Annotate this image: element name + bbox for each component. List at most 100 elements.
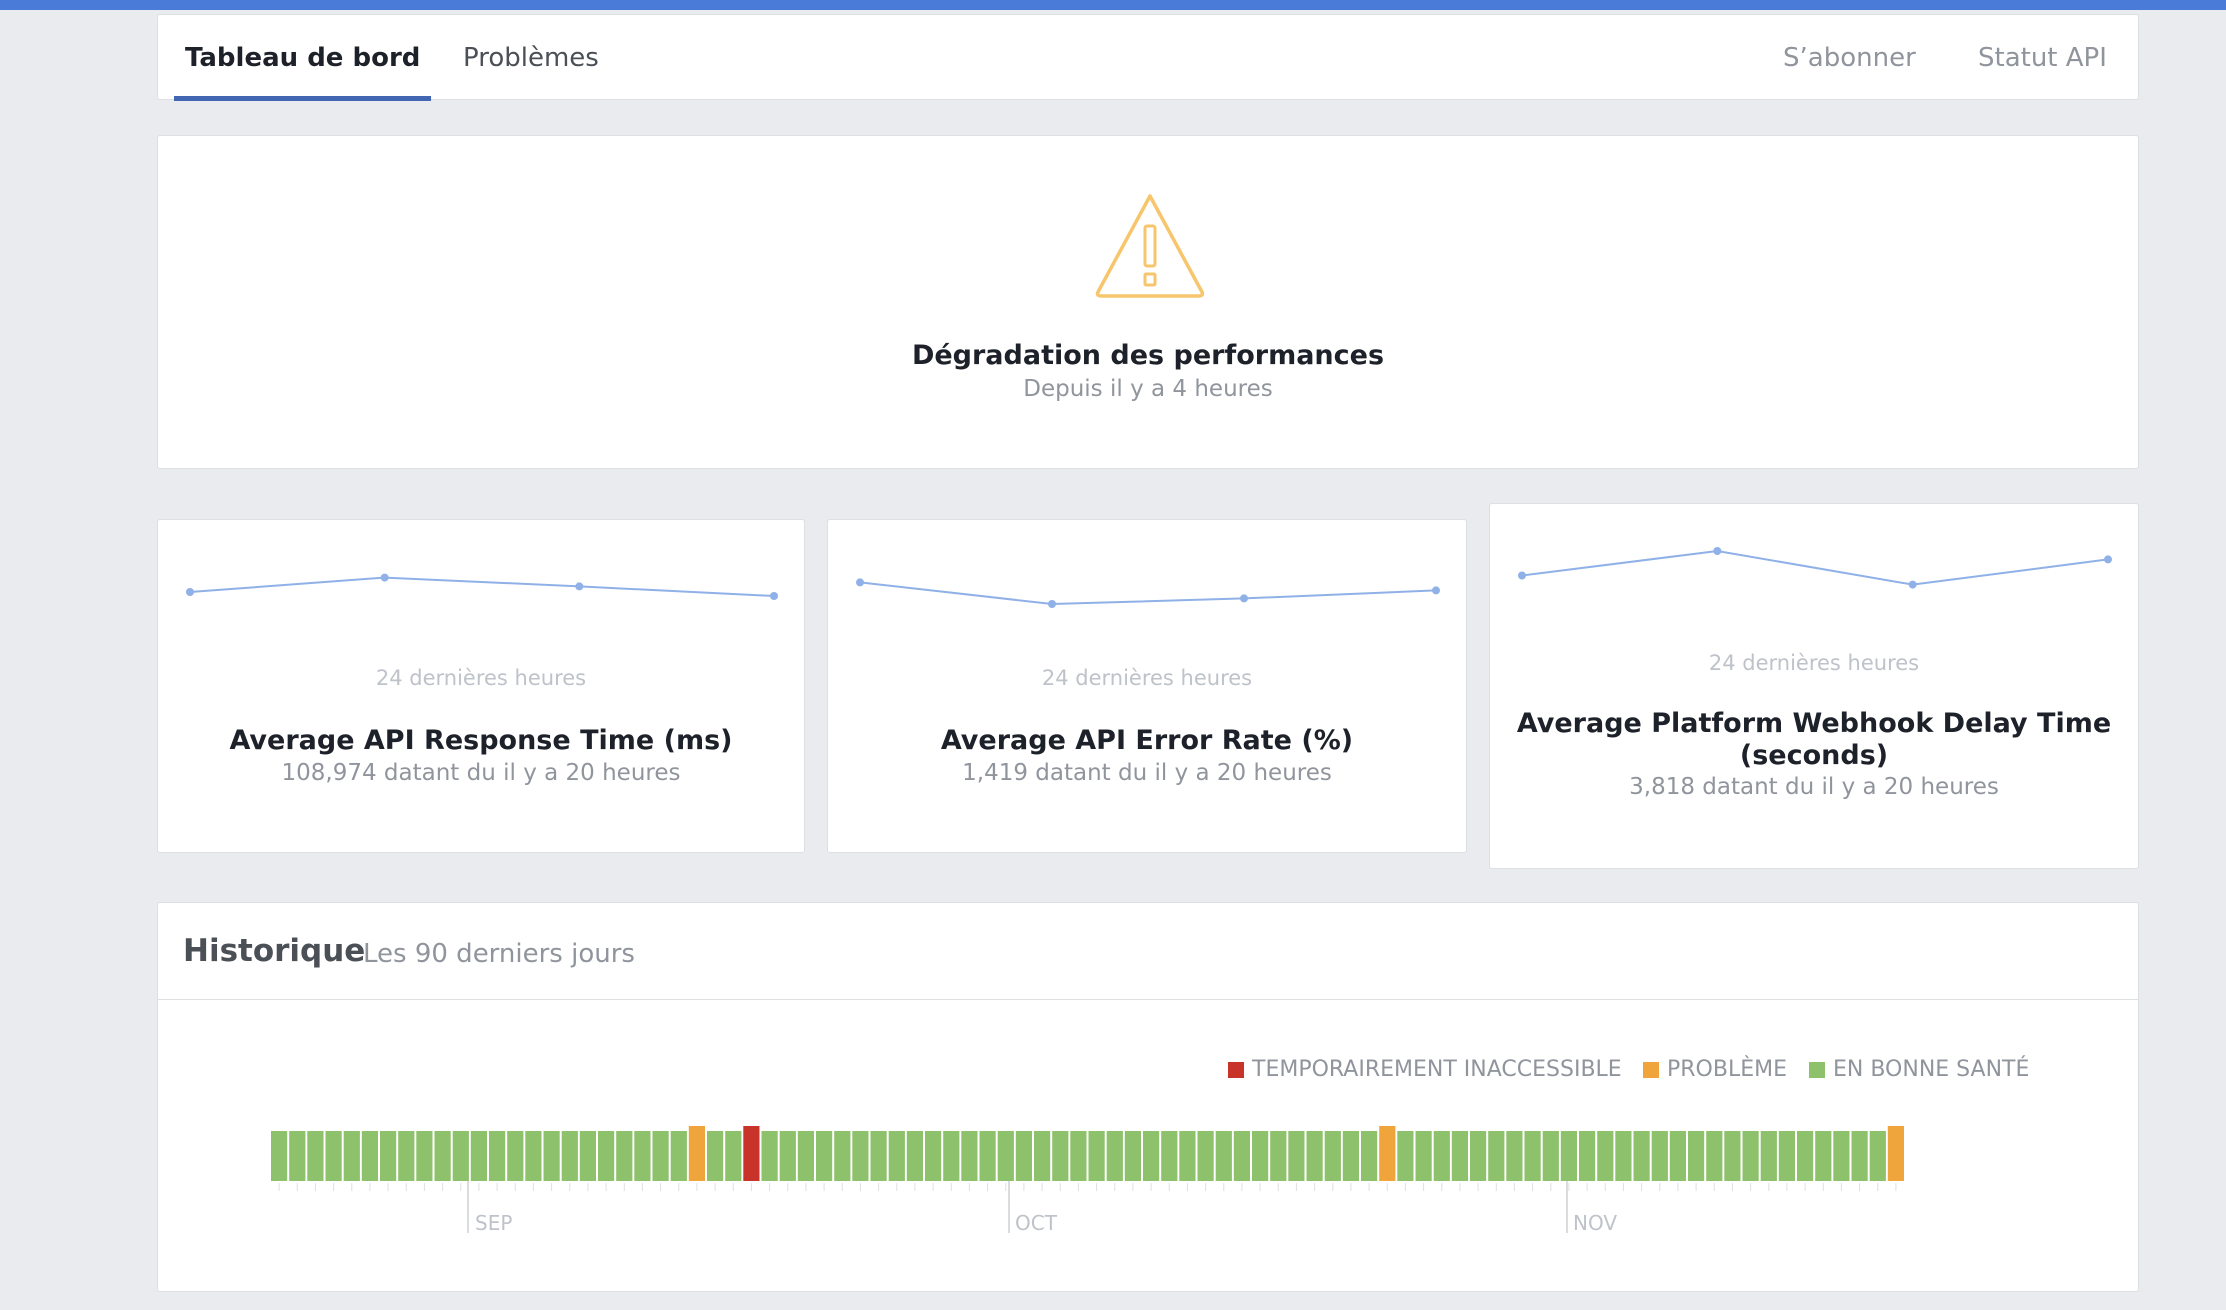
history-day-bar[interactable] <box>1615 1131 1632 1181</box>
history-day-bar[interactable] <box>1651 1131 1668 1181</box>
history-day-bar[interactable] <box>1197 1131 1214 1181</box>
history-day-bar[interactable] <box>816 1131 833 1181</box>
history-day-bar[interactable] <box>1179 1131 1196 1181</box>
history-day-bar[interactable] <box>652 1131 669 1181</box>
history-day-bar[interactable] <box>1306 1131 1323 1181</box>
history-day-bar[interactable] <box>1524 1131 1541 1181</box>
history-day-bar[interactable] <box>1015 1131 1032 1181</box>
history-day-bar[interactable] <box>271 1131 288 1181</box>
history-day-bar[interactable] <box>707 1131 724 1181</box>
history-day-bar[interactable] <box>1560 1131 1577 1181</box>
history-day-bar[interactable] <box>1542 1131 1559 1181</box>
history-day-bar[interactable] <box>1742 1131 1759 1181</box>
history-day-bar[interactable] <box>289 1131 306 1181</box>
history-day-bar[interactable] <box>1887 1126 1904 1181</box>
history-day-bar[interactable] <box>1797 1131 1814 1181</box>
history-day-bar[interactable] <box>979 1131 996 1181</box>
history-day-bar[interactable] <box>380 1131 397 1181</box>
history-day-bar[interactable] <box>489 1131 506 1181</box>
history-day-bar[interactable] <box>1451 1131 1468 1181</box>
history-day-bar[interactable] <box>1669 1131 1686 1181</box>
history-day-bar[interactable] <box>688 1126 705 1181</box>
history-day-bar[interactable] <box>1778 1131 1795 1181</box>
history-day-bar[interactable] <box>1215 1131 1232 1181</box>
history-day-bar[interactable] <box>1324 1131 1341 1181</box>
history-day-bar[interactable] <box>1361 1131 1378 1181</box>
history-day-bar[interactable] <box>1688 1131 1705 1181</box>
tab-problems[interactable]: Problèmes <box>463 15 599 101</box>
history-day-bar[interactable] <box>779 1131 796 1181</box>
history-day-bar[interactable] <box>1070 1131 1087 1181</box>
history-day-bar[interactable] <box>1415 1131 1432 1181</box>
history-day-bar[interactable] <box>1724 1131 1741 1181</box>
history-day-bar[interactable] <box>616 1131 633 1181</box>
history-day-bar[interactable] <box>906 1131 923 1181</box>
history-day-bar[interactable] <box>1433 1131 1450 1181</box>
history-day-bar[interactable] <box>561 1131 578 1181</box>
history-day-bar[interactable] <box>1851 1131 1868 1181</box>
history-day-bar[interactable] <box>743 1126 760 1181</box>
history-day-bar[interactable] <box>1088 1131 1105 1181</box>
subscribe-link[interactable]: S’abonner <box>1783 15 1916 101</box>
history-day-bar[interactable] <box>416 1131 433 1181</box>
history-day-bar[interactable] <box>579 1131 596 1181</box>
history-day-bar[interactable] <box>961 1131 978 1181</box>
history-day-bar[interactable] <box>1506 1131 1523 1181</box>
history-day-bar[interactable] <box>1143 1131 1160 1181</box>
api-status-link[interactable]: Statut API <box>1978 15 2107 101</box>
history-day-bar[interactable] <box>307 1131 324 1181</box>
history-day-bar[interactable] <box>670 1131 687 1181</box>
history-day-bar[interactable] <box>1270 1131 1287 1181</box>
history-day-bar[interactable] <box>1833 1131 1850 1181</box>
history-day-bar[interactable] <box>1379 1126 1396 1181</box>
history-day-bar[interactable] <box>1633 1131 1650 1181</box>
history-day-bar[interactable] <box>1470 1131 1487 1181</box>
history-day-bar[interactable] <box>1106 1131 1123 1181</box>
history-day-bar[interactable] <box>834 1131 851 1181</box>
history-card: Historique Les 90 derniers jours TEMPORA… <box>157 902 2139 1292</box>
history-day-bar[interactable] <box>870 1131 887 1181</box>
history-day-bar[interactable] <box>1124 1131 1141 1181</box>
history-day-bar[interactable] <box>470 1131 487 1181</box>
history-day-bar[interactable] <box>725 1131 742 1181</box>
history-day-bar[interactable] <box>1488 1131 1505 1181</box>
history-day-bar[interactable] <box>361 1131 378 1181</box>
sparkline-point <box>1908 580 1917 589</box>
history-day-bar[interactable] <box>1597 1131 1614 1181</box>
history-day-bar[interactable] <box>507 1131 524 1181</box>
history-day-bar[interactable] <box>525 1131 542 1181</box>
sparkline-point <box>1432 586 1440 595</box>
history-day-bar[interactable] <box>1706 1131 1723 1181</box>
history-day-bar[interactable] <box>1760 1131 1777 1181</box>
history-day-bar[interactable] <box>1233 1131 1250 1181</box>
history-day-bar[interactable] <box>797 1131 814 1181</box>
history-day-bar[interactable] <box>1288 1131 1305 1181</box>
history-day-bar[interactable] <box>943 1131 960 1181</box>
metric-subtitle: 108,974 datant du il y a 20 heures <box>281 760 681 786</box>
history-day-bar[interactable] <box>1252 1131 1269 1181</box>
history-day-bar[interactable] <box>1815 1131 1832 1181</box>
history-day-bar[interactable] <box>543 1131 560 1181</box>
history-day-bar[interactable] <box>1869 1131 1886 1181</box>
history-day-bar[interactable] <box>434 1131 451 1181</box>
history-day-bar[interactable] <box>1342 1131 1359 1181</box>
history-day-bar[interactable] <box>1034 1131 1051 1181</box>
history-day-bar[interactable] <box>1579 1131 1596 1181</box>
history-day-bar[interactable] <box>925 1131 942 1181</box>
tab-dashboard[interactable]: Tableau de bord <box>174 15 432 101</box>
history-day-bar[interactable] <box>888 1131 905 1181</box>
history-day-bar[interactable] <box>761 1131 778 1181</box>
history-day-bar[interactable] <box>398 1131 415 1181</box>
history-day-bar[interactable] <box>325 1131 342 1181</box>
history-day-bar[interactable] <box>1052 1131 1069 1181</box>
history-day-bar[interactable] <box>598 1131 615 1181</box>
history-day-bar[interactable] <box>1397 1131 1414 1181</box>
metric-period: 24 dernières heures <box>1708 651 1920 675</box>
history-day-bar[interactable] <box>634 1131 651 1181</box>
history-day-bar[interactable] <box>452 1131 469 1181</box>
history-day-bar[interactable] <box>1161 1131 1178 1181</box>
metric-card-error-rate: 24 dernières heures Average API Error Ra… <box>827 519 1467 853</box>
history-day-bar[interactable] <box>343 1131 360 1181</box>
history-day-bar[interactable] <box>852 1131 869 1181</box>
history-day-bar[interactable] <box>997 1131 1014 1181</box>
